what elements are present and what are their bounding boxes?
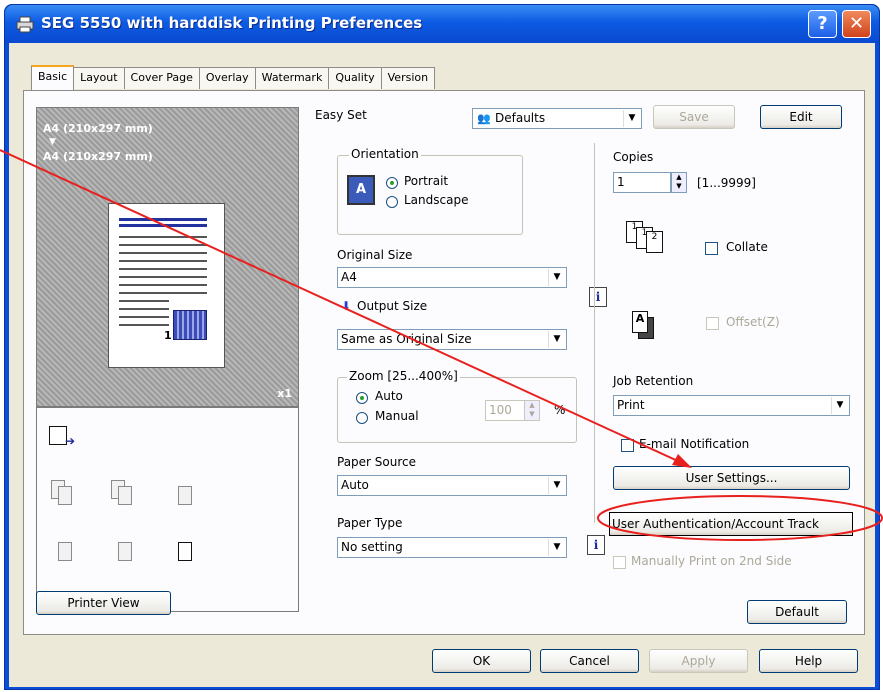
copies-preview-label: x1 bbox=[277, 387, 292, 400]
zoom-unit: % bbox=[554, 403, 566, 417]
easy-set-label: Easy Set bbox=[315, 108, 367, 122]
chevron-down-icon: ▼ bbox=[548, 269, 565, 286]
zoom-manual-radio[interactable] bbox=[356, 412, 368, 424]
tab-strip: Basic Layout Cover Page Overlay Watermar… bbox=[31, 65, 436, 90]
dialog-window: SEG 5550 with harddisk Printing Preferen… bbox=[4, 4, 880, 690]
default-button[interactable]: Default bbox=[747, 600, 847, 624]
save-button[interactable]: Save bbox=[653, 105, 735, 129]
landscape-label: Landscape bbox=[404, 193, 469, 207]
chevron-down-icon: ▼ bbox=[548, 477, 565, 494]
paper-source-label: Paper Source bbox=[337, 455, 417, 469]
email-notification-checkbox[interactable] bbox=[621, 439, 634, 452]
output-size-label: Output Size bbox=[357, 299, 428, 313]
original-size-select[interactable]: A4 ▼ bbox=[337, 267, 567, 288]
portrait-label: Portrait bbox=[404, 174, 449, 188]
zoom-input[interactable]: 100 bbox=[485, 400, 525, 421]
offset-label: Offset(Z) bbox=[726, 315, 780, 329]
orientation-label: Orientation bbox=[349, 147, 421, 161]
tab-layout[interactable]: Layout bbox=[73, 67, 125, 89]
print-output-icon: ➔ bbox=[49, 426, 79, 452]
users-icon: 👥 bbox=[477, 112, 491, 125]
offset-icon: A bbox=[632, 311, 666, 345]
collate-label: Collate bbox=[726, 240, 768, 254]
close-button[interactable]: ✕ bbox=[842, 10, 871, 38]
page-number: 1 bbox=[164, 329, 172, 342]
printer-view-button[interactable]: Printer View bbox=[36, 591, 171, 615]
copies-input[interactable]: 1 bbox=[613, 172, 671, 193]
help-button[interactable]: Help bbox=[759, 649, 858, 673]
easy-set-select[interactable]: Defaults 👥 ▼ bbox=[472, 108, 642, 129]
chevron-down-icon: ▼ bbox=[548, 331, 565, 348]
ok-button[interactable]: OK bbox=[432, 649, 531, 673]
arrow-down-icon: ▼ bbox=[49, 137, 56, 147]
manual-2nd-side-checkbox[interactable] bbox=[613, 556, 626, 569]
arrow-down-icon: ⬇ bbox=[341, 299, 352, 313]
copies-spinner[interactable]: ▲ ▼ bbox=[671, 172, 687, 193]
output-size-preview-label: A4 (210x297 mm) bbox=[43, 150, 153, 163]
email-notification-label: E-mail Notification bbox=[639, 437, 750, 451]
zoom-manual-label: Manual bbox=[375, 409, 419, 423]
title-bar[interactable]: SEG 5550 with harddisk Printing Preferen… bbox=[5, 5, 879, 43]
paper-type-select[interactable]: No setting ▼ bbox=[337, 537, 567, 558]
original-size-preview-label: A4 (210x297 mm) bbox=[43, 122, 153, 135]
zoom-spinner[interactable]: ▲ ▼ bbox=[524, 400, 540, 421]
chevron-down-icon: ▼ bbox=[548, 539, 565, 556]
job-retention-select[interactable]: Print ▼ bbox=[613, 395, 850, 416]
single-page-icon bbox=[171, 480, 193, 506]
chevron-down-icon: ▼ bbox=[831, 397, 848, 414]
punch-icon bbox=[51, 536, 73, 562]
user-settings-button[interactable]: User Settings... bbox=[613, 466, 850, 490]
tab-cover-page[interactable]: Cover Page bbox=[123, 67, 200, 89]
collate-checkbox[interactable] bbox=[705, 242, 718, 255]
output-size-select[interactable]: Same as Original Size ▼ bbox=[337, 329, 567, 350]
paper-type-label: Paper Type bbox=[337, 516, 403, 530]
staple-left-icon bbox=[51, 480, 73, 506]
document-icon bbox=[171, 536, 193, 562]
staple-corner-icon bbox=[111, 480, 133, 506]
edit-button[interactable]: Edit bbox=[760, 105, 842, 129]
job-retention-label: Job Retention bbox=[613, 374, 694, 388]
window-title: SEG 5550 with harddisk Printing Preferen… bbox=[41, 14, 423, 32]
portrait-radio[interactable] bbox=[386, 177, 398, 189]
zoom-auto-label: Auto bbox=[375, 389, 403, 403]
zoom-label: Zoom [25...400%] bbox=[347, 369, 460, 383]
apply-button[interactable]: Apply bbox=[649, 649, 748, 673]
booklet-icon bbox=[111, 536, 133, 562]
info-icon-2nd-side[interactable]: i bbox=[587, 535, 605, 555]
tab-overlay[interactable]: Overlay bbox=[198, 67, 256, 89]
copies-range: [1...9999] bbox=[697, 176, 756, 190]
copies-label: Copies bbox=[613, 150, 654, 164]
zoom-auto-radio[interactable] bbox=[356, 392, 368, 404]
tab-quality[interactable]: Quality bbox=[328, 67, 382, 89]
paper-source-select[interactable]: Auto ▼ bbox=[337, 475, 567, 496]
portrait-orientation-icon: A bbox=[347, 175, 375, 205]
dialog-client-area: Basic Layout Cover Page Overlay Watermar… bbox=[9, 43, 875, 687]
print-preview: A4 (210x297 mm) ▼ A4 (210x297 mm) 1 x1 bbox=[36, 107, 299, 407]
collate-icon: 1 1 2 bbox=[626, 221, 674, 257]
offset-checkbox[interactable] bbox=[706, 317, 719, 330]
cancel-button[interactable]: Cancel bbox=[540, 649, 639, 673]
tab-version[interactable]: Version bbox=[380, 67, 436, 89]
paper-preview: 1 bbox=[108, 203, 225, 368]
info-icon[interactable]: i bbox=[589, 287, 607, 307]
chevron-down-icon: ▼ bbox=[623, 110, 640, 127]
zoom-group bbox=[337, 377, 577, 443]
printer-view-icons: ➔ bbox=[36, 407, 299, 612]
user-authentication-button[interactable]: User Authentication/Account Track bbox=[609, 512, 853, 536]
original-size-label: Original Size bbox=[337, 248, 413, 262]
tab-basic[interactable]: Basic bbox=[31, 65, 75, 90]
image-block-icon bbox=[173, 310, 207, 340]
tab-watermark[interactable]: Watermark bbox=[254, 67, 330, 89]
printer-icon bbox=[16, 16, 34, 33]
manual-2nd-side-label: Manually Print on 2nd Side bbox=[631, 554, 792, 568]
landscape-radio[interactable] bbox=[386, 196, 398, 208]
help-title-button[interactable]: ? bbox=[808, 10, 837, 38]
vertical-divider bbox=[594, 143, 595, 523]
